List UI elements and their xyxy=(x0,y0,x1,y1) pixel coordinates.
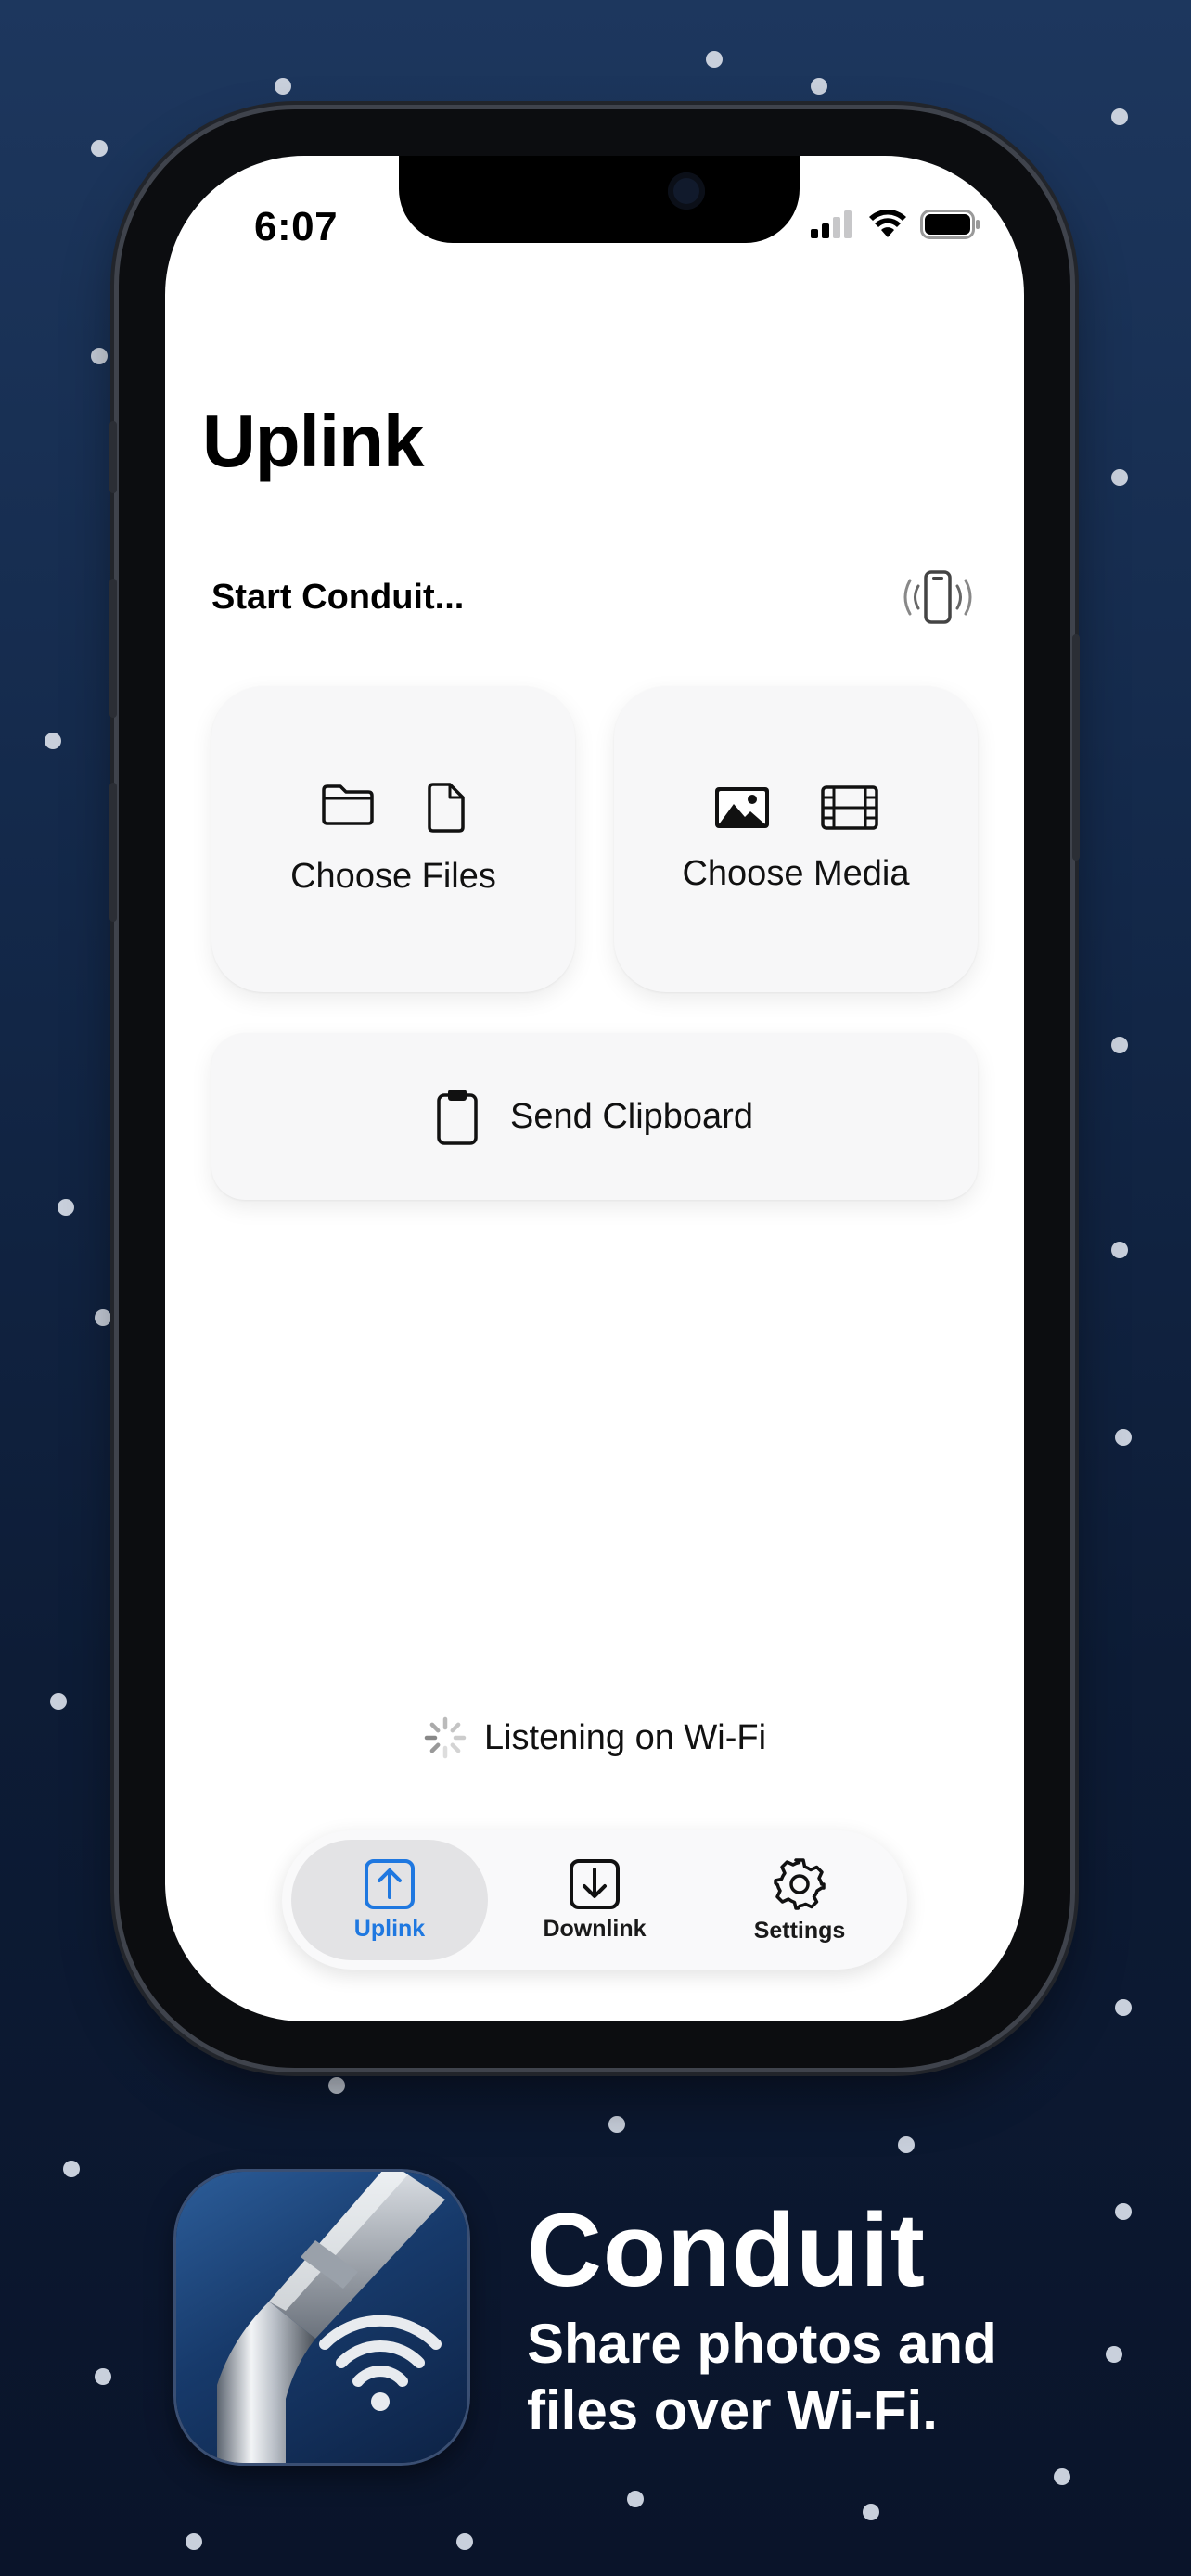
front-camera xyxy=(668,172,705,210)
star-dot xyxy=(275,78,291,95)
choose-files-label: Choose Files xyxy=(290,856,496,896)
star-dot xyxy=(91,348,108,364)
photo-icon xyxy=(715,786,769,828)
tab-label-downlink: Downlink xyxy=(543,1915,647,1942)
power-button xyxy=(1072,634,1080,861)
page-title: Uplink xyxy=(202,400,424,482)
star-dot xyxy=(706,51,723,68)
folder-icon xyxy=(322,784,374,825)
tab-label-uplink: Uplink xyxy=(353,1915,426,1942)
tab-settings[interactable]: Settings xyxy=(701,1840,898,1960)
star-dot xyxy=(1115,1999,1132,2016)
upload-icon xyxy=(365,1858,415,1909)
star-dot xyxy=(45,733,61,749)
tagline-line-2: files over Wi-Fi. xyxy=(527,2379,938,2442)
star-dot xyxy=(91,140,108,157)
star-dot xyxy=(186,2533,202,2550)
tab-label-settings: Settings xyxy=(753,1917,846,1944)
star-dot xyxy=(1111,1242,1128,1258)
pipe-wifi-icon xyxy=(217,2172,445,2463)
spinner-icon xyxy=(424,1716,467,1759)
volume-down-button xyxy=(109,783,117,922)
cellular-signal-icon xyxy=(811,210,852,238)
choose-files-button[interactable]: Choose Files xyxy=(211,686,575,992)
star-dot xyxy=(863,2504,879,2520)
status-icons xyxy=(811,210,981,239)
battery-icon xyxy=(920,210,980,239)
star-dot xyxy=(328,2077,345,2094)
phone-frame: 6:07 Uplink Start Conduit... Choose File… xyxy=(109,109,1080,2068)
mute-switch xyxy=(109,421,117,493)
star-dot xyxy=(811,78,827,95)
volume-up-button xyxy=(109,579,117,718)
star-dot xyxy=(95,2368,111,2385)
start-conduit-label: Start Conduit... xyxy=(211,577,465,617)
star-dot xyxy=(627,2491,644,2507)
star-dot xyxy=(58,1199,74,1216)
send-clipboard-label: Send Clipboard xyxy=(510,1096,753,1136)
star-dot xyxy=(1115,1429,1132,1446)
phone-screen: 6:07 Uplink Start Conduit... Choose File… xyxy=(165,156,1024,2021)
star-dot xyxy=(95,1309,111,1326)
tab-uplink[interactable]: Uplink xyxy=(291,1840,488,1960)
star-dot xyxy=(1111,469,1128,486)
status-time: 6:07 xyxy=(254,204,339,249)
app-name: Conduit xyxy=(527,2192,926,2308)
app-tagline: Share photos and files over Wi-Fi. xyxy=(527,2311,1121,2444)
start-conduit-row[interactable]: Start Conduit... xyxy=(211,560,978,634)
notch xyxy=(399,156,800,243)
star-dot xyxy=(1054,2468,1070,2485)
listening-text: Listening on Wi-Fi xyxy=(483,1717,767,1757)
star-dot xyxy=(608,2116,625,2133)
clipboard-icon xyxy=(437,1090,478,1145)
send-clipboard-button[interactable]: Send Clipboard xyxy=(211,1033,978,1200)
choose-media-label: Choose Media xyxy=(682,853,910,893)
star-dot xyxy=(50,1693,67,1710)
download-icon xyxy=(570,1858,620,1909)
star-dot xyxy=(456,2533,473,2550)
tab-bar: Uplink Downlink Settings xyxy=(282,1830,907,1970)
listening-status: Listening on Wi-Fi xyxy=(165,1715,1024,1760)
star-dot xyxy=(1111,108,1128,125)
star-dot xyxy=(63,2161,80,2177)
document-icon xyxy=(428,782,465,833)
star-dot xyxy=(1111,1037,1128,1053)
choose-media-button[interactable]: Choose Media xyxy=(614,686,978,992)
film-icon xyxy=(821,784,878,830)
gear-icon xyxy=(774,1857,826,1910)
app-icon xyxy=(176,2172,467,2463)
wifi-icon xyxy=(869,210,906,237)
tagline-line-1: Share photos and xyxy=(527,2313,997,2375)
tab-downlink[interactable]: Downlink xyxy=(496,1840,693,1960)
phone-vibrate-icon xyxy=(903,570,972,624)
star-dot xyxy=(898,2136,915,2153)
star-dot xyxy=(1115,2203,1132,2220)
